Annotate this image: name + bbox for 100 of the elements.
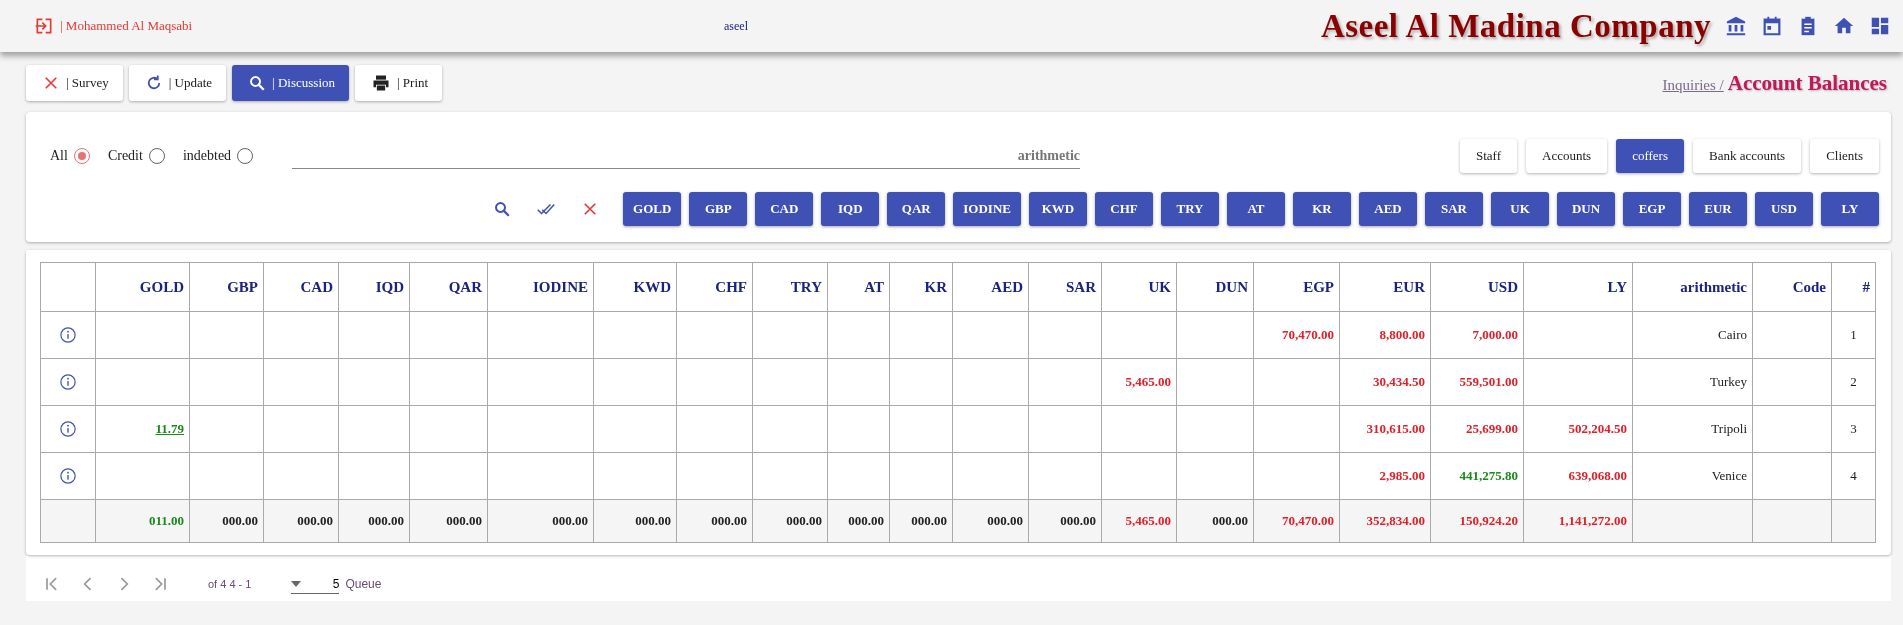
total-cell: 352,834.00 [1366,513,1425,528]
currency-button[interactable]: EGP [1623,192,1681,226]
total-cell: 000.00 [635,513,671,528]
info-icon[interactable] [59,373,77,391]
search-icon [248,74,267,92]
info-icon[interactable] [59,420,77,438]
company-title: Aseel Al Madina Company [1320,7,1711,45]
total-cell: 000.00 [848,513,884,528]
currency-button[interactable]: USD [1755,192,1813,226]
column-header: # [1862,278,1870,295]
page-size-select[interactable]: 5 [291,574,340,594]
icon-button[interactable] [493,200,511,218]
row-number: 2 [1850,374,1857,389]
name-cell: Cairo [1718,327,1747,342]
column-header: AT [864,278,884,295]
caret-icon [291,580,302,587]
amount-cell: 5,465.00 [1125,374,1171,389]
amount-link[interactable]: 11.79 [155,421,184,436]
icon-button[interactable] [581,200,599,218]
currency-button[interactable]: IQD [821,192,880,226]
currency-button[interactable]: TRY [1161,192,1219,226]
toolbar-button[interactable]: | Discussion [232,65,349,101]
total-cell: 000.00 [446,513,482,528]
total-cell: 000.00 [222,513,258,528]
currency-button[interactable]: GOLD [623,192,682,226]
info-icon[interactable] [59,467,77,485]
column-header: KR [924,278,947,295]
currency-button[interactable]: SAR [1425,192,1483,226]
column-header: DUN [1215,278,1248,295]
currency-button[interactable]: GBP [689,192,748,226]
amount-cell: 502,204.50 [1568,421,1627,436]
total-cell: 000.00 [1212,513,1248,528]
currency-button[interactable]: LY [1821,192,1879,226]
currency-button[interactable]: EUR [1689,192,1747,226]
total-cell: 000.00 [368,513,404,528]
total-cell: 1,141,272.00 [1558,513,1627,528]
currency-button[interactable]: QAR [887,192,946,226]
close-icon [581,200,599,218]
column-header: Code [1792,278,1826,295]
column-header: AED [991,278,1023,295]
currency-button[interactable]: CHF [1095,192,1153,226]
column-header: GBP [227,278,258,295]
currency-button[interactable]: DUN [1557,192,1615,226]
calendar-icon[interactable] [1761,15,1783,37]
toolbar-button[interactable]: | Update [128,65,227,101]
currency-button[interactable]: KWD [1029,192,1087,226]
info-icon[interactable] [59,326,77,344]
currency-button[interactable]: CAD [755,192,814,226]
radio-option[interactable]: All [50,148,90,164]
total-cell: 000.00 [552,513,588,528]
toolbar-button[interactable]: | Survey [26,65,123,101]
column-header: IODINE [533,278,588,295]
name-cell: Turkey [1709,374,1747,389]
total-cell: 000.00 [1060,513,1096,528]
column-header: CHF [715,278,747,295]
column-header: EUR [1393,278,1425,295]
page-range: of 4 4 - 1 [208,578,252,590]
column-header: IQD [375,278,404,295]
column-header: TRY [790,278,822,295]
column-header: CAD [300,278,333,295]
breadcrumb-link[interactable]: Inquiries / [1662,76,1724,94]
column-header: SAR [1066,278,1096,295]
user-name: | Mohammed Al Maqsabi [60,18,193,34]
column-header: LY [1607,278,1627,295]
total-cell: 011.00 [148,513,184,528]
tab[interactable]: Accounts [1526,139,1608,173]
dashboard-icon[interactable] [1869,15,1891,37]
amount-cell: 559,501.00 [1459,374,1518,389]
currency-button[interactable]: UK [1491,192,1549,226]
radio-option[interactable]: Credit [107,148,165,164]
bank-icon[interactable] [1725,15,1747,37]
tab[interactable]: Bank accounts [1693,139,1802,173]
amount-cell: 2,985.00 [1379,468,1425,483]
amount-cell: 639,068.00 [1568,468,1627,483]
name-cell: Venice [1711,468,1747,483]
amount-cell: 7,000.00 [1472,327,1518,342]
logout-icon[interactable] [34,16,54,36]
printer-icon [371,73,391,93]
tab[interactable]: coffers [1616,139,1684,173]
total-cell: 000.00 [911,513,947,528]
total-cell: 70,470.00 [1282,513,1334,528]
column-header: KWD [633,278,671,295]
row-number: 1 [1850,327,1857,342]
tab[interactable]: Staff [1459,139,1517,173]
column-header: arithmetic [1680,278,1747,295]
row-number: 4 [1850,468,1857,483]
toolbar-button[interactable]: | Print [355,65,443,101]
tab[interactable]: Clients [1810,139,1879,173]
amount-cell: 8,800.00 [1379,327,1425,342]
currency-button[interactable]: KR [1293,192,1351,226]
currency-button[interactable]: IODINE [953,192,1021,226]
column-header: USD [1488,278,1518,295]
amount-cell: 25,699.00 [1466,421,1518,436]
name-cell: Tripoli [1711,421,1747,436]
total-cell: 150,924.20 [1459,513,1518,528]
currency-button[interactable]: AED [1359,192,1417,226]
total-cell: 5,465.00 [1125,513,1171,528]
total-cell: 000.00 [786,513,822,528]
radio-option[interactable]: indebted [182,148,254,164]
currency-button[interactable]: AT [1227,192,1285,226]
